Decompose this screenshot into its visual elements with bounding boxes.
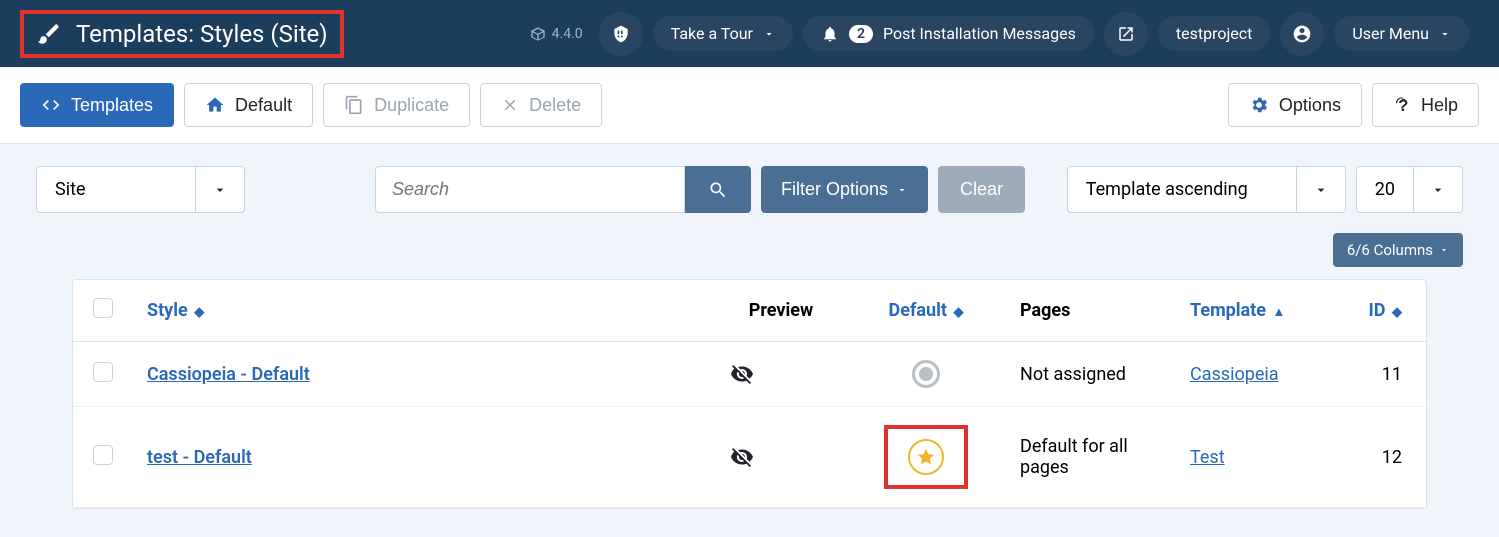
brush-icon (36, 21, 62, 47)
delete-button: Delete (480, 83, 602, 127)
col-default[interactable]: Default ◆ (846, 280, 1006, 342)
templates-button[interactable]: Templates (20, 83, 174, 127)
style-link[interactable]: Cassiopeia - Default (147, 364, 310, 385)
chevron-down-icon (1439, 28, 1451, 40)
limit-select[interactable]: 20 (1356, 166, 1463, 213)
chevron-down-icon[interactable] (196, 166, 245, 213)
take-tour-icon-button[interactable] (599, 12, 643, 56)
notifications-count: 2 (849, 25, 873, 43)
project-link[interactable]: testproject (1158, 16, 1271, 51)
eye-off-icon[interactable] (730, 362, 832, 386)
sort-select[interactable]: Template ascending (1067, 166, 1346, 213)
chevron-down-icon[interactable] (1297, 166, 1346, 213)
filter-area: Site Filter Options Clear Template ascen… (0, 144, 1499, 519)
eye-off-icon[interactable] (730, 445, 832, 469)
page-title: Templates: Styles (Site) (76, 20, 328, 48)
question-icon: ? (1393, 94, 1411, 116)
col-pages: Pages (1006, 280, 1176, 342)
col-style[interactable]: Style ◆ (133, 280, 716, 342)
page-title-highlight: Templates: Styles (Site) (20, 10, 344, 58)
search-button[interactable] (685, 166, 751, 213)
joomla-version: 4.4.0 (530, 26, 583, 42)
action-toolbar: Templates Default Duplicate Delete Optio… (0, 67, 1499, 144)
options-button[interactable]: Options (1228, 83, 1362, 127)
chevron-down-icon[interactable] (1414, 166, 1463, 213)
duplicate-button: Duplicate (323, 83, 470, 127)
template-link[interactable]: Test (1190, 447, 1225, 468)
gear-icon (1249, 95, 1269, 115)
notifications-button[interactable]: 2 Post Installation Messages (803, 16, 1094, 51)
row-checkbox[interactable] (93, 362, 113, 382)
bell-icon (821, 25, 839, 43)
row-checkbox[interactable] (93, 445, 113, 465)
external-link-button[interactable] (1104, 12, 1148, 56)
copy-icon (344, 95, 364, 115)
template-link[interactable]: Cassiopeia (1190, 364, 1279, 385)
pages-cell: Not assigned (1006, 342, 1176, 407)
filter-options-button[interactable]: Filter Options (761, 166, 928, 213)
sort-icon: ◆ (1392, 305, 1402, 320)
search-icon (708, 180, 728, 200)
style-link[interactable]: test - Default (147, 447, 252, 468)
chevron-down-icon (896, 184, 908, 196)
sort-icon: ◆ (194, 305, 204, 320)
svg-text:?: ? (1398, 97, 1408, 115)
select-all-checkbox[interactable] (93, 298, 113, 318)
scope-select[interactable]: Site (36, 166, 245, 213)
col-preview: Preview (716, 280, 846, 342)
user-icon-button[interactable] (1280, 12, 1324, 56)
id-cell: 11 (1346, 342, 1426, 407)
clear-button[interactable]: Clear (938, 166, 1025, 213)
default-star-button[interactable] (908, 439, 944, 475)
take-tour-button[interactable]: Take a Tour (653, 16, 793, 51)
code-icon (41, 95, 61, 115)
close-icon (501, 96, 519, 114)
set-default-button[interactable] (912, 360, 940, 388)
styles-table: Style ◆ Preview Default ◆ Pages Template… (72, 279, 1427, 509)
default-highlight (884, 425, 968, 489)
user-menu-button[interactable]: User Menu (1334, 16, 1469, 51)
default-button[interactable]: Default (184, 83, 313, 127)
id-cell: 12 (1346, 407, 1426, 508)
table-row: Cassiopeia - Default Not assigned Cassio… (73, 342, 1426, 407)
sort-asc-icon: ▲ (1272, 305, 1285, 320)
sort-icon: ◆ (953, 305, 963, 320)
home-icon (205, 95, 225, 115)
col-template[interactable]: Template ▲ (1176, 280, 1346, 342)
table-row: test - Default Default for all pages Tes… (73, 407, 1426, 508)
search-input[interactable] (375, 166, 685, 213)
pages-cell: Default for all pages (1006, 407, 1176, 508)
columns-toggle[interactable]: 6/6 Columns (1333, 233, 1463, 267)
caret-down-icon (1439, 245, 1449, 255)
admin-header: Templates: Styles (Site) 4.4.0 Take a To… (0, 0, 1499, 67)
col-id[interactable]: ID ◆ (1346, 280, 1426, 342)
chevron-down-icon (763, 28, 775, 40)
help-button[interactable]: ? Help (1372, 83, 1479, 127)
joomla-icon (530, 26, 546, 42)
